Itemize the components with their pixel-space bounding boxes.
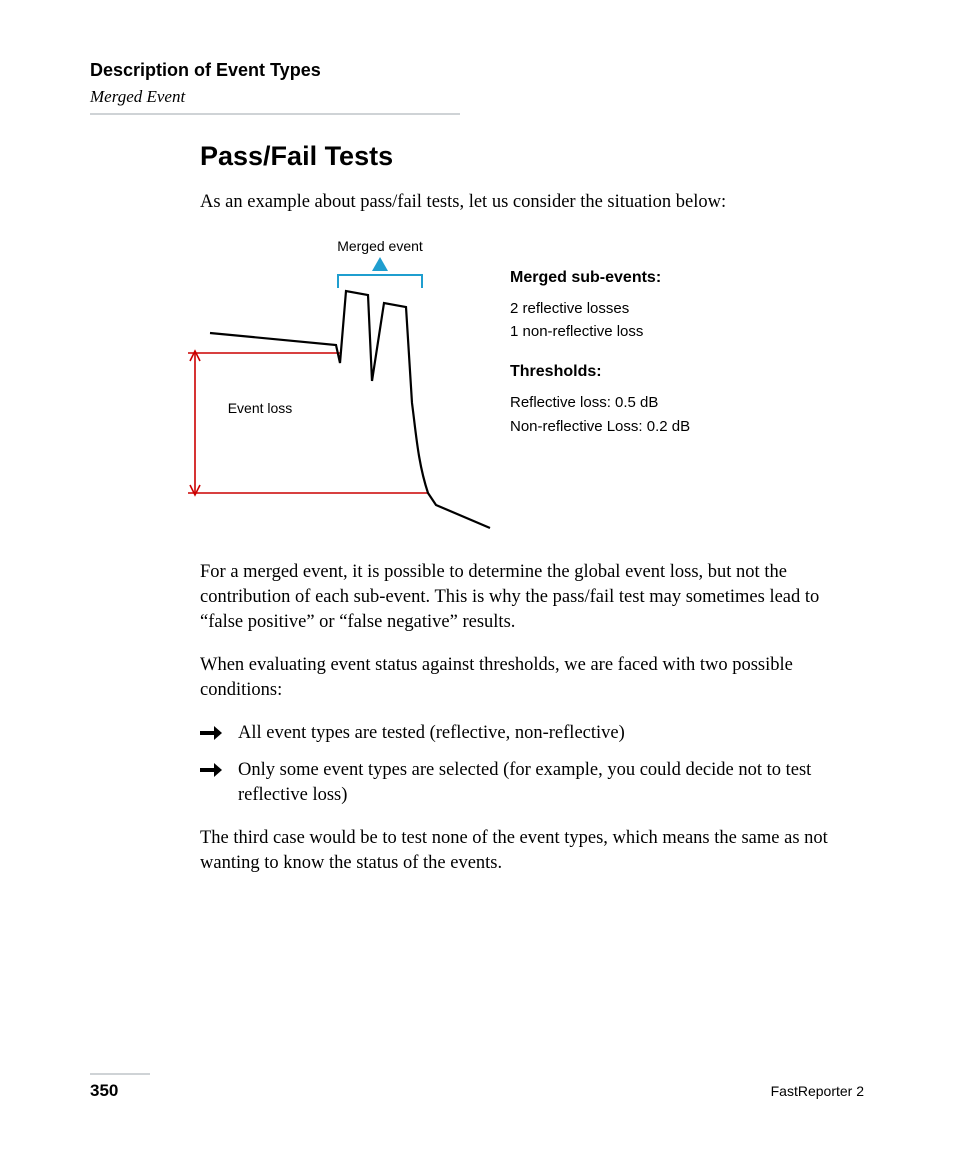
threshold-line: Non-reflective Loss: 0.2 dB (510, 415, 854, 438)
bullet-item: All event types are tested (reflective, … (200, 721, 854, 746)
paragraph: For a merged event, it is possible to de… (200, 560, 854, 635)
event-loss-label: Event loss (228, 400, 293, 416)
doc-name: FastReporter 2 (771, 1083, 864, 1099)
footer: 350 FastReporter 2 (90, 1073, 864, 1101)
merged-bracket (338, 275, 422, 288)
diagram: Merged event (140, 233, 510, 538)
thresholds-heading: Thresholds: (510, 363, 854, 381)
threshold-line: Reflective loss: 0.5 dB (510, 391, 854, 414)
content: Pass/Fail Tests As an example about pass… (90, 141, 864, 876)
merged-event-label: Merged event (337, 238, 423, 254)
header-title: Description of Event Types (90, 60, 864, 81)
merged-subevents-heading: Merged sub-events: (510, 269, 854, 287)
bullet-list: All event types are tested (reflective, … (200, 721, 854, 808)
paragraph: When evaluating event status against thr… (200, 653, 854, 703)
bullet-item: Only some event types are selected (for … (200, 758, 854, 808)
page-number: 350 (90, 1081, 118, 1101)
merged-subevents-line: 1 non-reflective loss (510, 320, 854, 343)
figure-row: Merged event (140, 233, 854, 538)
section-heading: Pass/Fail Tests (200, 141, 854, 172)
header-divider (90, 113, 460, 115)
merged-subevents-line: 2 reflective losses (510, 297, 854, 320)
figure-side-data: Merged sub-events: 2 reflective losses 1… (510, 233, 854, 438)
event-loss-indicator (188, 351, 428, 495)
footer-divider (90, 1073, 150, 1075)
paragraph: The third case would be to test none of … (200, 826, 854, 876)
intro-paragraph: As an example about pass/fail tests, let… (200, 190, 854, 215)
header-subtitle: Merged Event (90, 87, 864, 107)
merged-event-marker-icon (372, 257, 388, 271)
page: Description of Event Types Merged Event … (0, 0, 954, 1159)
